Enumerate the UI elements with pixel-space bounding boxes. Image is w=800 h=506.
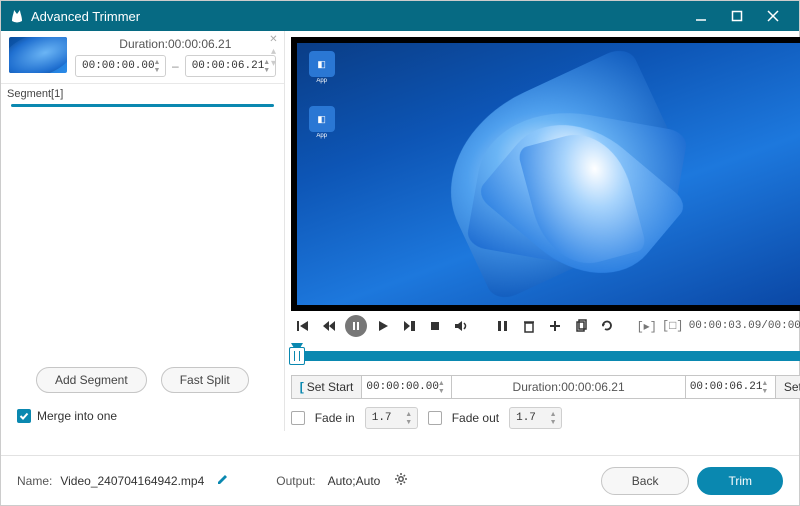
set-end-button[interactable]: Set End] bbox=[775, 375, 800, 399]
set-start-button[interactable]: [Set Start bbox=[291, 375, 363, 399]
segments-panel: Duration:00:00:06.21 00:00:00.00 ▲▼ – 00… bbox=[1, 31, 285, 431]
volume-icon[interactable] bbox=[451, 316, 471, 336]
fade-out-checkbox[interactable] bbox=[428, 411, 442, 425]
prev-segment-icon[interactable] bbox=[293, 316, 313, 336]
play-icon[interactable] bbox=[373, 316, 393, 336]
pause-icon[interactable] bbox=[345, 315, 367, 337]
fade-out-input[interactable]: 1.7▲▼ bbox=[509, 407, 562, 429]
merge-label: Merge into one bbox=[37, 409, 117, 423]
segment-thumbnail bbox=[9, 37, 67, 73]
output-label: Output: bbox=[276, 474, 315, 488]
next-frame-icon[interactable] bbox=[399, 316, 419, 336]
edit-name-icon[interactable] bbox=[216, 472, 230, 489]
fade-out-label: Fade out bbox=[452, 411, 499, 425]
segment-start-input[interactable]: 00:00:00.00 ▲▼ bbox=[75, 55, 166, 77]
segment-label: Segment[1] bbox=[1, 84, 284, 104]
segment-remove-icon[interactable]: ✕ bbox=[269, 35, 277, 45]
fade-row: Fade in 1.7▲▼ Fade out 1.7▲▼ bbox=[291, 407, 800, 429]
range-duration-label: Duration:00:00:06.21 bbox=[452, 375, 684, 399]
maximize-button[interactable] bbox=[719, 3, 755, 29]
output-value: Auto;Auto bbox=[328, 474, 381, 488]
preview-panel: ◧App ◧App ★App ▲App SApp ◎App ✕App SApp bbox=[285, 31, 800, 431]
segment-card[interactable]: Duration:00:00:06.21 00:00:00.00 ▲▼ – 00… bbox=[1, 31, 284, 84]
player-controls: [▸] [□] 00:00:03.09/00:00:06.21 bbox=[291, 311, 800, 341]
range-separator: – bbox=[172, 59, 179, 73]
range-start-input[interactable]: 00:00:00.00▲▼ bbox=[362, 375, 452, 399]
range-end-input[interactable]: 00:00:06.21▲▼ bbox=[685, 375, 775, 399]
fast-split-button[interactable]: Fast Split bbox=[161, 367, 249, 393]
segment-end-input[interactable]: 00:00:06.21 ▲▼ bbox=[185, 55, 276, 77]
bottom-bar: Name: Video_240704164942.mp4 Output: Aut… bbox=[1, 455, 799, 505]
fade-in-input[interactable]: 1.7▲▼ bbox=[365, 407, 418, 429]
segment-duration-label: Duration:00:00:06.21 bbox=[75, 37, 276, 51]
range-controls: [Set Start 00:00:00.00▲▼ Duration:00:00:… bbox=[291, 375, 800, 399]
add-icon[interactable] bbox=[545, 316, 565, 336]
delete-icon[interactable] bbox=[519, 316, 539, 336]
copy-icon[interactable] bbox=[571, 316, 591, 336]
fade-in-label: Fade in bbox=[315, 411, 355, 425]
bracket-play-icon[interactable]: [▸] bbox=[637, 316, 657, 336]
name-label: Name: bbox=[17, 474, 52, 488]
output-settings-icon[interactable] bbox=[394, 472, 408, 489]
mark-in-icon[interactable] bbox=[493, 316, 513, 336]
fade-in-checkbox[interactable] bbox=[291, 411, 305, 425]
title-bar: Advanced Trimmer bbox=[1, 1, 799, 31]
app-logo-icon bbox=[9, 8, 25, 24]
reset-icon[interactable] bbox=[597, 316, 617, 336]
minimize-button[interactable] bbox=[683, 3, 719, 29]
add-segment-button[interactable]: Add Segment bbox=[36, 367, 147, 393]
rewind-icon[interactable] bbox=[319, 316, 339, 336]
range-start-handle[interactable] bbox=[289, 347, 305, 365]
window-title: Advanced Trimmer bbox=[31, 9, 683, 24]
time-display: 00:00:03.09/00:00:06.21 bbox=[689, 320, 800, 332]
desktop-icon: ◧ bbox=[309, 51, 335, 77]
desktop-icon: ◧ bbox=[309, 106, 335, 132]
spin-buttons[interactable]: ▲▼ bbox=[151, 58, 163, 74]
segment-move-down-icon[interactable]: ▾ bbox=[271, 59, 276, 69]
merge-checkbox[interactable] bbox=[17, 409, 31, 423]
back-button[interactable]: Back bbox=[601, 467, 690, 495]
close-button[interactable] bbox=[755, 3, 791, 29]
trim-button[interactable]: Trim bbox=[697, 467, 783, 495]
segment-move-up-icon[interactable]: ▴ bbox=[271, 47, 276, 57]
name-value: Video_240704164942.mp4 bbox=[60, 474, 204, 488]
video-preview[interactable]: ◧App ◧App ★App ▲App SApp ◎App ✕App SApp bbox=[291, 37, 800, 311]
timeline-slider[interactable] bbox=[291, 343, 800, 367]
stop-icon[interactable] bbox=[425, 316, 445, 336]
bracket-stop-icon[interactable]: [□] bbox=[663, 316, 683, 336]
